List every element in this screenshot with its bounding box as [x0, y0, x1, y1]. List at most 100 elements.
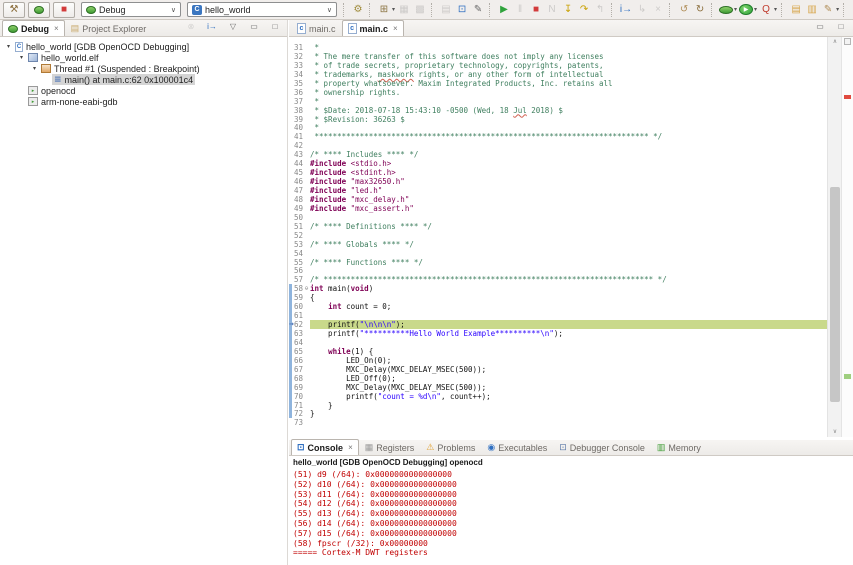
step-into-icon[interactable]: ↧ — [560, 1, 576, 19]
console-output[interactable]: (51) d9 (/64): 0x0000000000000000(52) d1… — [289, 468, 853, 558]
code-text[interactable]: { — [310, 293, 827, 302]
code-text[interactable]: MXC_Delay(MXC_DELAY_MSEC(500)); — [310, 365, 827, 374]
dropdown-arrow-icon[interactable]: ▾ — [392, 6, 395, 13]
instruction-stepping-icon[interactable]: i→ — [618, 1, 634, 19]
code-text[interactable]: printf("**********Hello World Example***… — [310, 329, 827, 338]
line-number[interactable]: 39 — [289, 115, 303, 124]
code-text[interactable] — [310, 249, 827, 258]
line-number[interactable]: 58 — [289, 284, 303, 293]
line-number[interactable]: 65 — [289, 347, 303, 356]
close-icon[interactable]: × — [393, 24, 398, 33]
close-icon[interactable]: × — [54, 24, 59, 33]
open-console-icon[interactable]: ⊡ — [454, 1, 470, 19]
line-number[interactable]: 53 — [289, 240, 303, 249]
code-text[interactable] — [310, 231, 827, 240]
launch-config-combo[interactable]: Debug ∨ — [81, 2, 181, 17]
line-number[interactable]: 71 — [289, 401, 303, 410]
tab-registers[interactable]: ▦Registers — [359, 439, 421, 455]
dropdown-arrow-icon[interactable]: ▾ — [734, 6, 737, 13]
line-number[interactable]: 49 — [289, 204, 303, 213]
error-marker[interactable] — [844, 95, 851, 99]
line-number[interactable]: 34 — [289, 70, 303, 79]
code-text[interactable]: #include "max32650.h" — [310, 177, 827, 186]
line-number[interactable]: 54 — [289, 249, 303, 258]
terminate-icon[interactable]: ■ — [528, 1, 544, 19]
line-number[interactable]: 70 — [289, 392, 303, 401]
line-number[interactable]: 57 — [289, 275, 303, 284]
line-number[interactable]: 35 — [289, 79, 303, 88]
code-text[interactable]: #include <stdint.h> — [310, 168, 827, 177]
code-text[interactable]: * — [310, 97, 827, 106]
code-text[interactable]: /* **** Functions **** */ — [310, 258, 827, 267]
tab-memory[interactable]: ▥Memory — [651, 439, 707, 455]
code-text[interactable]: /* **** Definitions **** */ — [310, 222, 827, 231]
line-number[interactable]: 66 — [289, 356, 303, 365]
step-over-icon[interactable]: ↷ — [576, 1, 592, 19]
expander-open-icon[interactable]: ▾ — [17, 54, 26, 61]
scrollbar-thumb[interactable] — [830, 187, 840, 402]
code-text[interactable]: /* **** Globals **** */ — [310, 240, 827, 249]
tree-item-main[interactable]: ≡main() at main.c:62 0x100001c4 — [4, 74, 287, 85]
resume-icon[interactable]: ▶ — [496, 1, 512, 19]
line-number[interactable]: 42 — [289, 141, 303, 150]
code-text[interactable] — [310, 266, 827, 275]
tab-debugger-console[interactable]: ⊡Debugger Console — [553, 439, 651, 455]
tab-problems[interactable]: ⚠Problems — [420, 439, 481, 455]
dropdown-arrow-icon[interactable]: ▾ — [836, 6, 839, 13]
tab-main-c[interactable]: cmain.c× — [342, 20, 404, 36]
expander-open-icon[interactable]: ▾ — [4, 43, 13, 50]
code-text[interactable]: * property whatsoever. Maxim Integrated … — [310, 79, 827, 88]
dropdown-arrow-icon[interactable]: ▾ — [754, 6, 757, 13]
close-icon[interactable]: × — [348, 443, 353, 452]
code-text[interactable]: while(1) { — [310, 347, 827, 356]
code-text[interactable]: int main(void) — [310, 284, 827, 293]
line-number[interactable]: 64 — [289, 338, 303, 347]
line-number[interactable]: 48 — [289, 195, 303, 204]
code-text[interactable]: } — [310, 401, 827, 410]
terminate-launch-button[interactable]: ■ — [53, 2, 75, 18]
code-text[interactable]: ****************************************… — [310, 132, 827, 141]
view-menu-icon[interactable]: ▽ — [225, 18, 241, 36]
code-text[interactable]: LED_Off(0); — [310, 374, 827, 383]
maximize-icon[interactable]: □ — [833, 18, 849, 36]
line-number[interactable]: 44 — [289, 159, 303, 168]
code-text[interactable]: int count = 0; — [310, 302, 827, 311]
restart-icon[interactable]: ↻ — [692, 1, 708, 19]
tab-main-c[interactable]: cmain.c — [291, 20, 342, 36]
launch-target-combo[interactable]: C hello_world ∨ — [187, 2, 337, 17]
line-number[interactable]: 56 — [289, 266, 303, 275]
line-number[interactable]: 59 — [289, 293, 303, 302]
code-text[interactable] — [310, 418, 827, 427]
tree-item-openocd[interactable]: ▸openocd — [4, 85, 287, 96]
code-text[interactable] — [310, 141, 827, 150]
line-number[interactable]: 51 — [289, 222, 303, 231]
line-number[interactable]: 63 — [289, 329, 303, 338]
code-text[interactable]: * The mere transfer of this software doe… — [310, 52, 827, 61]
tree-item-thread[interactable]: ▾Thread #1 (Suspended : Breakpoint) — [4, 63, 287, 74]
tree-item-arm-none-eabi-gdb[interactable]: ▸arm-none-eabi-gdb — [4, 96, 287, 107]
line-number[interactable]: 60 — [289, 302, 303, 311]
overview-ruler[interactable] — [841, 37, 853, 437]
tab-executables[interactable]: ◉Executables — [481, 439, 553, 455]
line-number[interactable]: 69 — [289, 383, 303, 392]
reset-icon[interactable]: ↺ — [676, 1, 692, 19]
open-folder-icon[interactable]: ▤ — [788, 1, 804, 19]
line-number[interactable]: 38 — [289, 106, 303, 115]
code-text[interactable] — [310, 213, 827, 222]
debug-bug-button[interactable] — [28, 2, 50, 18]
maximize-icon[interactable]: □ — [267, 18, 283, 36]
line-number[interactable]: 68 — [289, 374, 303, 383]
tab-debug[interactable]: Debug× — [2, 20, 65, 36]
line-number[interactable]: 72 — [289, 409, 303, 418]
line-number[interactable]: 52 — [289, 231, 303, 240]
code-text[interactable]: /* *************************************… — [310, 275, 827, 284]
code-text[interactable]: * $Date: 2018-07-18 15:43:10 -0500 (Wed,… — [310, 106, 827, 115]
line-number[interactable]: 43 — [289, 150, 303, 159]
code-text[interactable]: LED_On(0); — [310, 356, 827, 365]
debug-dropdown-icon[interactable]: ▾ — [718, 1, 738, 19]
minimize-icon[interactable]: ▭ — [246, 18, 262, 36]
code-text[interactable]: printf("count = %d\n", count++); — [310, 392, 827, 401]
occurrence-marker[interactable] — [844, 374, 851, 379]
expander-open-icon[interactable]: ▾ — [30, 65, 39, 72]
code-text[interactable]: * ownership rights. — [310, 88, 827, 97]
